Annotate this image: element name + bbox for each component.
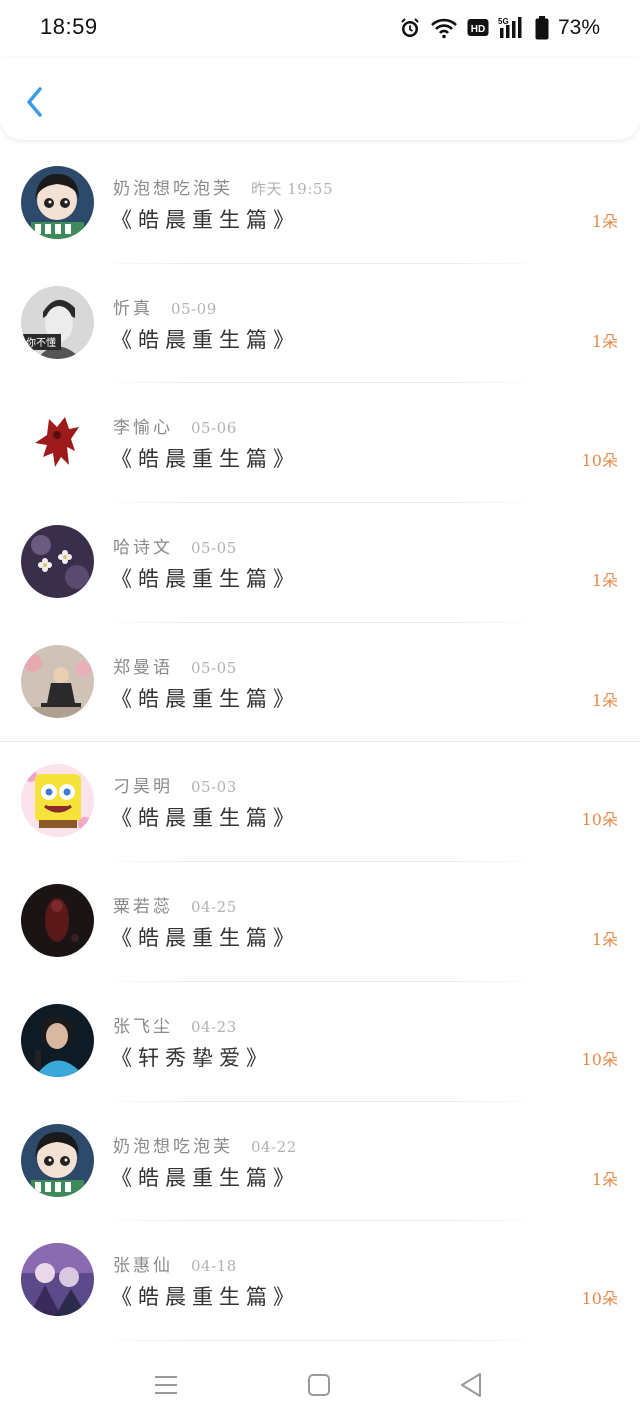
flower-count: 1朵	[591, 690, 618, 710]
nav-back-button[interactable]	[451, 1365, 491, 1405]
book-title[interactable]: 《皓晨重生篇》	[111, 563, 300, 593]
book-title[interactable]: 《皓晨重生篇》	[111, 443, 300, 473]
book-title[interactable]: 《轩秀挚爱》	[111, 1042, 273, 1072]
wifi-icon	[430, 17, 458, 39]
send-date: 04-25	[191, 898, 237, 917]
sender-name[interactable]: 奶泡想吃泡芙	[113, 1132, 233, 1157]
flower-count: 10朵	[581, 451, 618, 471]
list-item[interactable]: 郑曼语 05-05 《皓晨重生篇》 1朵	[0, 623, 640, 743]
list-item[interactable]: 刁昊明 05-03 《皓晨重生篇》 10朵	[0, 742, 640, 863]
sender-name[interactable]: 郑曼语	[113, 653, 173, 678]
status-bar: 18:59 HD 5G 73%	[0, 0, 640, 58]
list-item[interactable]: 张惠仙 04-18 《皓晨重生篇》 10朵	[0, 1221, 640, 1341]
avatar[interactable]	[21, 1003, 94, 1077]
send-date: 05-05	[191, 539, 237, 558]
sender-name[interactable]: 哈诗文	[113, 533, 173, 558]
book-title[interactable]: 《皓晨重生篇》	[111, 683, 300, 713]
sender-name[interactable]: 粟若蕊	[113, 892, 173, 917]
send-date: 05-06	[191, 419, 237, 438]
sender-name[interactable]: 张飞尘	[113, 1012, 173, 1037]
send-date: 04-23	[191, 1017, 237, 1036]
list-item[interactable]: 粟若蕊 04-25 《皓晨重生篇》 1朵	[0, 862, 640, 982]
book-title[interactable]: 《皓晨重生篇》	[111, 802, 300, 832]
send-date: 05-03	[191, 778, 237, 797]
hd-label: HD	[471, 24, 485, 35]
sender-name[interactable]: 忻真	[113, 294, 153, 319]
avatar[interactable]	[21, 1123, 94, 1197]
book-title[interactable]: 《皓晨重生篇》	[111, 922, 300, 952]
signal-icon: 5G	[498, 16, 526, 40]
header	[0, 58, 640, 140]
flower-count: 1朵	[591, 1169, 618, 1189]
avatar[interactable]: 你不懂	[21, 285, 94, 359]
back-triangle-icon	[461, 1373, 481, 1397]
battery-percent: 73%	[557, 16, 600, 39]
status-time: 18:59	[40, 14, 98, 39]
flower-count: 1朵	[591, 212, 618, 231]
status-icons: HD 5G 73%	[399, 14, 600, 42]
sender-name[interactable]: 奶泡想吃泡芙	[113, 174, 233, 199]
back-button[interactable]	[20, 84, 50, 120]
battery-icon	[535, 16, 549, 40]
sender-name[interactable]: 刁昊明	[113, 772, 173, 797]
list-item[interactable]: 奶泡想吃泡芙 昨天 19:55 《皓晨重生篇》 1朵	[0, 144, 640, 264]
send-date: 04-22	[251, 1137, 297, 1156]
avatar[interactable]	[21, 525, 94, 599]
menu-icon	[155, 1376, 177, 1394]
hd-icon: HD	[467, 18, 489, 38]
sender-name[interactable]: 李愉心	[113, 413, 173, 438]
send-date: 04-18	[191, 1257, 237, 1276]
menu-button[interactable]	[146, 1365, 186, 1405]
flower-count: 1朵	[591, 930, 618, 950]
list-item[interactable]: 你不懂 忻真 05-09 《皓晨重生篇》 1朵	[0, 264, 640, 384]
chevron-left-icon	[27, 87, 42, 117]
system-nav-bar	[0, 1343, 640, 1423]
list-item[interactable]: 李愉心 05-06 《皓晨重生篇》 10朵	[0, 383, 640, 504]
home-button[interactable]	[299, 1365, 339, 1405]
flower-count: 10朵	[581, 1049, 618, 1069]
avatar[interactable]	[21, 884, 94, 958]
flower-count: 10朵	[581, 1289, 618, 1309]
alarm-icon	[399, 17, 421, 39]
flower-count: 1朵	[591, 331, 618, 351]
flower-count: 1朵	[591, 571, 618, 591]
divider	[96, 1339, 544, 1341]
flower-count: 10朵	[581, 810, 618, 830]
book-title[interactable]: 《皓晨重生篇》	[111, 324, 300, 354]
send-date: 昨天 19:55	[251, 180, 333, 198]
book-title[interactable]: 《皓晨重生篇》	[111, 1162, 300, 1192]
avatar[interactable]	[21, 166, 94, 239]
avatar-caption: 你不懂	[26, 336, 56, 349]
avatar[interactable]	[21, 644, 94, 718]
list-item[interactable]: 奶泡想吃泡芙 04-22 《皓晨重生篇》 1朵	[0, 1102, 640, 1222]
avatar[interactable]	[21, 405, 94, 479]
send-date: 05-05	[191, 658, 237, 677]
home-icon	[308, 1374, 330, 1396]
sender-name[interactable]: 张惠仙	[113, 1251, 173, 1276]
avatar[interactable]	[21, 1243, 94, 1317]
list-item[interactable]: 哈诗文 05-05 《皓晨重生篇》 1朵	[0, 503, 640, 623]
book-title[interactable]: 《皓晨重生篇》	[111, 1281, 300, 1311]
gift-list: 奶泡想吃泡芙 昨天 19:55 《皓晨重生篇》 1朵 你不懂 忻真 05-09 《皓…	[0, 144, 640, 1341]
avatar[interactable]	[21, 764, 94, 838]
list-item[interactable]: 张飞尘 04-23 《轩秀挚爱》 10朵	[0, 982, 640, 1102]
network-type-label: 5G	[498, 17, 509, 26]
send-date: 05-09	[171, 299, 217, 318]
book-title[interactable]: 《皓晨重生篇》	[111, 204, 300, 234]
